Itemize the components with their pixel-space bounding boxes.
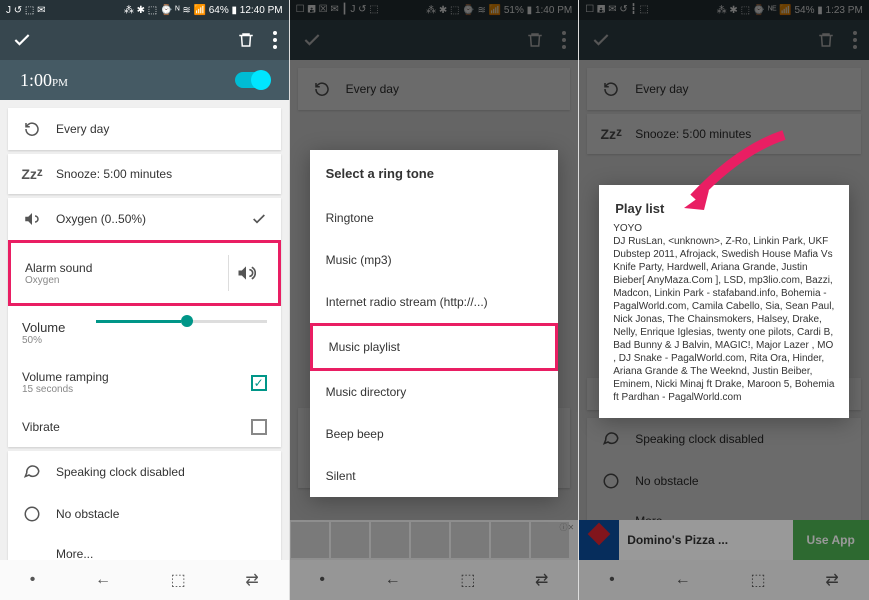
screen-2: ☐ 🖪 ☒ ✉ ┃ J ↺ ⬚ ⁂ ✱ ⬚ ⌚ ≋ 📶 51% ▮ 1:40 P… (290, 0, 580, 600)
vibrate-checkbox[interactable] (251, 419, 267, 435)
row-alarm-sound[interactable]: Alarm soundOxygen (8, 240, 281, 306)
nav-home-icon[interactable]: ⬚ (171, 570, 186, 590)
status-bar: J ↺ ⬚ ✉ ⁂ ✱ ⬚ ⌚ ᴺ ≋ 📶 64% ▮ 12:40 PM (0, 0, 289, 20)
row-oxygen[interactable]: Oxygen (0..50%) (8, 198, 281, 240)
more-icon[interactable] (273, 31, 277, 49)
row-volume[interactable]: Volume50% (8, 306, 281, 358)
dialog-item-radio[interactable]: Internet radio stream (http://...) (310, 281, 559, 323)
nav-recent-icon[interactable]: ⇄ (245, 570, 258, 590)
speaker-icon[interactable] (228, 255, 264, 291)
speaker-icon (22, 210, 42, 228)
repeat-icon (22, 120, 42, 138)
row-obstacle[interactable]: No obstacle (8, 493, 281, 535)
playlist-dialog[interactable]: Play list YOYO DJ RusLan, <unknown>, Z-R… (599, 185, 849, 418)
screen-3: ☐ 🖪 ✉ ↺ ┇ ⬚ ⁂ ✱ ⬚ ⌚ ᴺᴱ 📶 54% ▮ 1:23 PM E… (579, 0, 869, 600)
row-ramping[interactable]: Volume ramping15 seconds ✓ (8, 358, 281, 407)
snooze-icon: Zzz (22, 166, 42, 182)
playlist-title: Play list (599, 185, 849, 222)
dialog-item-beep[interactable]: Beep beep (310, 413, 559, 455)
check-icon (251, 211, 267, 227)
row-vibrate[interactable]: Vibrate (8, 407, 281, 447)
time-bar: 1:00PM (0, 60, 289, 100)
dialog-item-mp3[interactable]: Music (mp3) (310, 239, 559, 281)
app-bar (0, 20, 289, 60)
dialog-item-playlist[interactable]: Music playlist (310, 323, 559, 371)
dialog-item-silent[interactable]: Silent (310, 455, 559, 497)
dialog-item-ringtone[interactable]: Ringtone (310, 197, 559, 239)
nav-back-icon[interactable]: ← (95, 571, 111, 589)
content: Every day Zzz Snooze: 5:00 minutes Oxyge… (0, 100, 289, 560)
row-everyday[interactable]: Every day (8, 108, 281, 150)
dialog-item-directory[interactable]: Music directory (310, 371, 559, 413)
ringtone-dialog: Select a ring tone Ringtone Music (mp3) … (310, 150, 559, 497)
speech-icon (22, 463, 42, 481)
nav-menu-icon[interactable]: • (30, 571, 36, 589)
trash-icon[interactable] (237, 31, 255, 49)
alarm-toggle[interactable] (235, 72, 269, 88)
ramping-checkbox[interactable]: ✓ (251, 375, 267, 391)
playlist-content: YOYO DJ RusLan, <unknown>, Z-Ro, Linkin … (599, 222, 849, 418)
circle-icon (22, 505, 42, 523)
alarm-time[interactable]: 1:00PM (20, 70, 68, 91)
nav-bar: • ← ⬚ ⇄ (0, 560, 289, 600)
status-right: ⁂ ✱ ⬚ ⌚ ᴺ ≋ 📶 64% ▮ 12:40 PM (124, 5, 283, 16)
row-speaking[interactable]: Speaking clock disabled (8, 451, 281, 493)
screen-1: J ↺ ⬚ ✉ ⁂ ✱ ⬚ ⌚ ᴺ ≋ 📶 64% ▮ 12:40 PM 1:0… (0, 0, 290, 600)
confirm-icon[interactable] (12, 30, 32, 50)
dialog-title: Select a ring tone (310, 150, 559, 197)
status-left: J ↺ ⬚ ✉ (6, 5, 46, 16)
volume-slider[interactable] (96, 320, 267, 323)
row-more[interactable]: More... (8, 535, 281, 560)
row-snooze[interactable]: Zzz Snooze: 5:00 minutes (8, 154, 281, 194)
